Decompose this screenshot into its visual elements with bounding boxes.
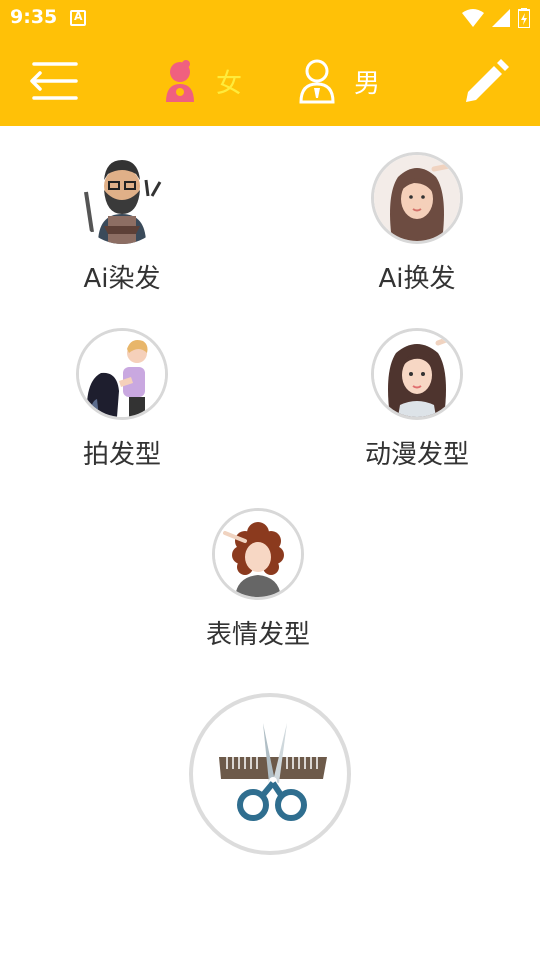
- status-bar: 9:35: [0, 0, 540, 36]
- woman-portrait-icon: [371, 152, 463, 244]
- edit-button[interactable]: [462, 58, 510, 106]
- feature-photo-hairstyle[interactable]: 拍发型: [22, 328, 222, 471]
- feature-label: 拍发型: [82, 440, 161, 470]
- haircut-button[interactable]: [189, 693, 351, 855]
- signal-icon: [492, 9, 510, 27]
- back-menu-icon: [30, 62, 78, 100]
- scissors-comb-icon: [219, 723, 327, 821]
- feature-label: 表情发型: [205, 620, 310, 650]
- status-time: 9:35: [10, 6, 58, 28]
- notification-icon: [70, 10, 86, 26]
- pencil-icon: [466, 59, 509, 102]
- feature-ai-dye[interactable]: Ai染发: [22, 152, 222, 295]
- battery-icon: [518, 8, 530, 28]
- tab-male[interactable]: 男: [298, 58, 380, 104]
- anime-woman-icon: [371, 328, 463, 420]
- wifi-icon: [462, 9, 484, 27]
- hairdresser-scene-icon: [76, 328, 168, 420]
- feature-label: Ai换发: [378, 264, 456, 294]
- feature-expression-hairstyle[interactable]: 表情发型: [158, 508, 358, 651]
- feature-label: 动漫发型: [364, 440, 469, 470]
- menu-button[interactable]: [28, 60, 80, 102]
- male-icon: [299, 59, 335, 104]
- feature-anime-hairstyle[interactable]: 动漫发型: [317, 328, 517, 471]
- tab-female-label: 女: [216, 68, 243, 99]
- curly-hair-icon: [212, 508, 304, 600]
- feature-ai-swap[interactable]: Ai换发: [317, 152, 517, 295]
- barber-avatar-icon: [76, 152, 168, 244]
- app-bar: 女 男: [0, 36, 540, 126]
- status-icons: [462, 8, 530, 28]
- tab-female[interactable]: 女: [162, 58, 242, 104]
- feature-label: Ai染发: [83, 264, 161, 294]
- tab-male-label: 男: [354, 68, 381, 99]
- female-icon: [166, 60, 194, 102]
